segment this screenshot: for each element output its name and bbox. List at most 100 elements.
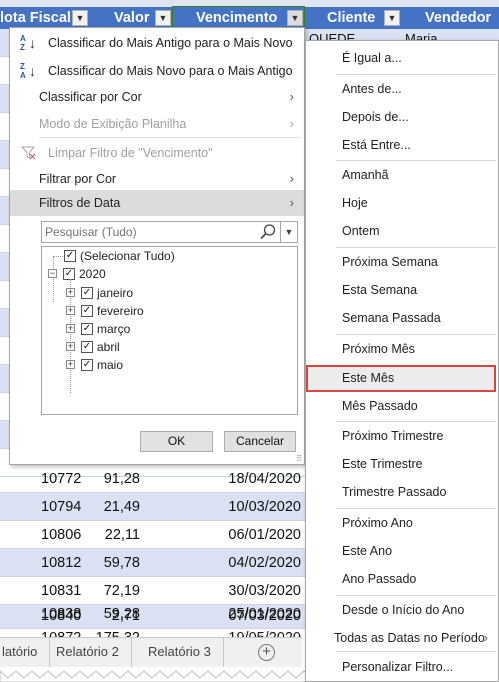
date-filter-custom[interactable]: Personalizar Filtro... — [306, 655, 498, 679]
nota-fiscal-filter-button[interactable]: ▼ — [72, 10, 88, 26]
filter-by-color-label: Filtrar por Cor — [39, 172, 117, 186]
menu-item-label: Próximo Ano — [342, 516, 413, 530]
expand-icon[interactable]: + — [66, 324, 75, 333]
menu-item-label: Este Mês — [342, 371, 395, 385]
cell-vencimento: 06/01/2020 — [228, 527, 301, 543]
plus-circle-icon[interactable]: + — [258, 644, 275, 661]
cell-nota: 10812 — [41, 555, 82, 571]
date-filter-between[interactable]: Está Entre... — [306, 133, 498, 157]
date-filter-year-to-date[interactable]: Desde o Início do Ano — [306, 598, 498, 622]
clear-filter-icon — [21, 146, 36, 160]
date-filter-next-month[interactable]: Próximo Mês — [306, 337, 498, 361]
menu-item-label: Semana Passada — [342, 311, 441, 325]
expand-icon[interactable]: + — [66, 288, 75, 297]
header-valor: Valor — [114, 10, 150, 26]
collapse-icon[interactable]: − — [48, 269, 57, 278]
menu-item-label: Personalizar Filtro... — [342, 660, 454, 674]
valor-filter-button[interactable]: ▼ — [155, 10, 171, 26]
cell-vencimento: 30/03/2020 — [228, 583, 301, 599]
sort-asc-label: Classificar do Mais Antigo para o Mais N… — [48, 36, 293, 50]
menu-item-label: Este Ano — [342, 544, 393, 558]
checkbox-checked-icon[interactable]: ✓ — [81, 341, 93, 353]
filter-by-color[interactable]: Filtrar por Cor › — [10, 166, 304, 192]
cell-nota: 10840 — [41, 608, 82, 624]
tree-item-month[interactable]: + ✓ abril — [66, 338, 266, 356]
cell-valor: 72,19 — [103, 583, 140, 599]
tab-relatorio-2[interactable]: Relatório 2 — [44, 638, 132, 667]
expand-icon[interactable]: + — [66, 342, 75, 351]
vencimento-filter-button[interactable]: ▼ — [287, 10, 303, 26]
chevron-right-icon: › — [289, 116, 294, 131]
cell-valor: 91,28 — [103, 471, 140, 487]
cell-vencimento: 04/02/2020 — [228, 555, 301, 571]
cell-valor: 22,11 — [104, 527, 140, 543]
month-label: fevereiro — [97, 304, 144, 318]
resize-grip-icon[interactable]: ⠿ — [296, 455, 302, 463]
checkbox-checked-icon[interactable]: ✓ — [81, 287, 93, 299]
date-filter-last-month[interactable]: Mês Passado — [306, 394, 498, 418]
checkbox-checked-icon[interactable]: ✓ — [81, 323, 93, 335]
tab-relatorio-3[interactable]: Relatório 3 — [136, 638, 224, 667]
search-icon[interactable] — [259, 223, 277, 241]
date-filter-last-quarter[interactable]: Trimestre Passado — [306, 480, 498, 504]
menu-item-label: Esta Semana — [342, 283, 418, 297]
date-filters-label: Filtros de Data — [39, 196, 121, 210]
date-filter-next-quarter[interactable]: Próximo Trimestre — [306, 424, 498, 448]
date-filter-this-quarter[interactable]: Este Trimestre — [306, 452, 498, 476]
filter-search-box: ▼ — [41, 221, 298, 243]
checkbox-checked-icon[interactable]: ✓ — [81, 359, 93, 371]
date-filter-yesterday[interactable]: Ontem — [306, 219, 498, 243]
date-filter-all-dates-in-period[interactable]: Todas as Datas no Período › — [306, 626, 498, 650]
menu-item-label: É Igual a... — [342, 51, 402, 65]
checkbox-checked-icon[interactable]: ✓ — [64, 250, 76, 262]
chevron-right-icon: › — [289, 171, 294, 186]
menu-item-label: Próxima Semana — [342, 255, 438, 269]
sheet-tabs-bar: latório Relatório 2 Relatório 3 + — [0, 637, 302, 667]
date-filter-last-year[interactable]: Ano Passado — [306, 567, 498, 591]
sheet-view-label: Modo de Exibição Planilha — [39, 117, 187, 131]
date-filter-today[interactable]: Hoje — [306, 191, 498, 215]
menu-item-label: Trimestre Passado — [342, 485, 447, 499]
clear-filter-label: Limpar Filtro de "Vencimento" — [48, 146, 213, 160]
date-filter-this-week[interactable]: Esta Semana — [306, 278, 498, 302]
filter-value-tree: ✓ (Selecionar Tudo) − ✓ 2020 + ✓ janeiro… — [41, 246, 298, 415]
chevron-down-icon[interactable]: ▼ — [280, 222, 297, 242]
cliente-filter-button[interactable]: ▼ — [384, 10, 400, 26]
select-all-label: (Selecionar Tudo) — [80, 249, 175, 263]
sort-by-color[interactable]: Classificar por Cor › — [10, 84, 304, 110]
date-filter-tomorrow[interactable]: Amanhã — [306, 163, 498, 187]
tree-item-month[interactable]: + ✓ março — [66, 320, 266, 338]
menu-item-label: Ontem — [342, 224, 380, 238]
tree-item-select-all[interactable]: ✓ (Selecionar Tudo) — [64, 247, 284, 265]
date-filter-last-week[interactable]: Semana Passada — [306, 306, 498, 330]
date-filter-next-week[interactable]: Próxima Semana — [306, 250, 498, 274]
sort-newest-to-oldest[interactable]: Z A ↓ Classificar do Mais Novo para o Mais… — [10, 58, 304, 84]
date-filter-next-year[interactable]: Próximo Ano — [306, 511, 498, 535]
menu-item-label: Todas as Datas no Período — [334, 631, 485, 645]
tree-item-2020[interactable]: − ✓ 2020 — [48, 265, 268, 283]
expand-icon[interactable]: + — [66, 306, 75, 315]
date-filters-menu[interactable]: Filtros de Data › — [10, 190, 304, 216]
checkbox-checked-icon[interactable]: ✓ — [63, 268, 75, 280]
tree-item-month[interactable]: + ✓ janeiro — [66, 284, 266, 302]
cancel-button[interactable]: Cancelar — [224, 431, 296, 452]
sort-desc-label: Classificar do Mais Novo para o Mais Ant… — [48, 64, 293, 78]
sort-oldest-to-newest[interactable]: A Z ↓ Classificar do Mais Antigo para o Ma… — [10, 30, 304, 56]
date-filter-this-year[interactable]: Este Ano — [306, 539, 498, 563]
tree-item-month[interactable]: + ✓ fevereiro — [66, 302, 266, 320]
date-filters-submenu: É Igual a... Antes de... Depois de... Es… — [305, 40, 499, 682]
date-filter-equals[interactable]: É Igual a... — [306, 46, 498, 70]
tab-relatorio[interactable]: latório — [0, 638, 51, 667]
ok-button[interactable]: OK — [140, 431, 213, 452]
expand-icon[interactable]: + — [66, 360, 75, 369]
date-filter-before[interactable]: Antes de... — [306, 77, 498, 101]
checkbox-checked-icon[interactable]: ✓ — [81, 305, 93, 317]
clear-filter: Limpar Filtro de "Vencimento" — [10, 140, 304, 166]
date-filter-this-month[interactable]: Este Mês — [306, 366, 498, 390]
menu-item-label: Próximo Mês — [342, 342, 415, 356]
tree-item-month[interactable]: + ✓ maio — [66, 356, 266, 374]
filter-search-input[interactable] — [42, 222, 264, 242]
header-vendedor: Vendedor — [425, 10, 492, 26]
date-filter-after[interactable]: Depois de... — [306, 105, 498, 129]
menu-item-label: Hoje — [342, 196, 368, 210]
